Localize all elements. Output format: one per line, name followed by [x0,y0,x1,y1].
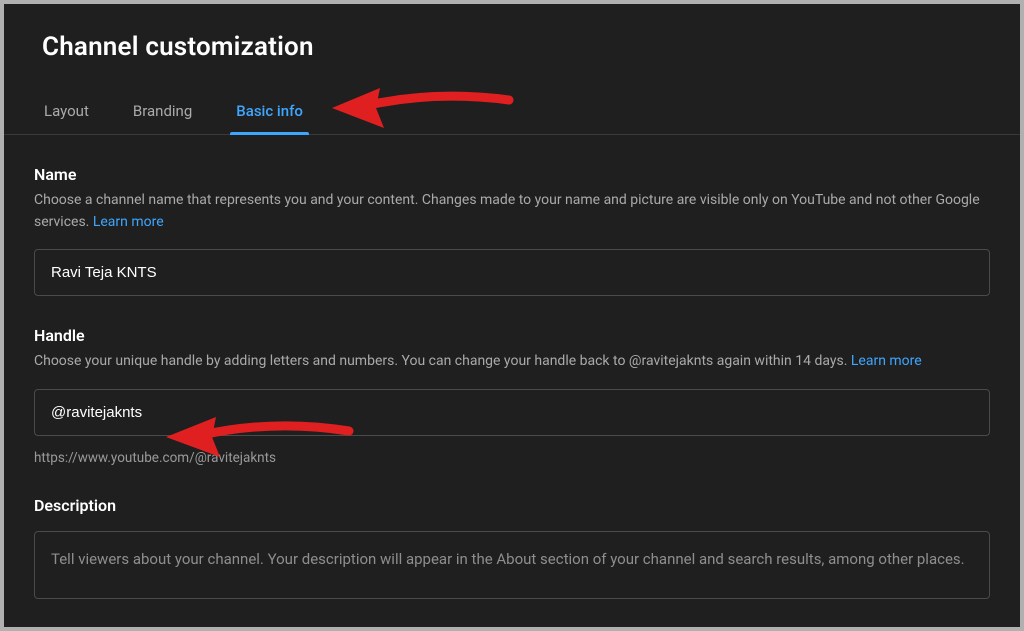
handle-description: Choose your unique handle by adding lett… [34,351,990,373]
tab-branding[interactable]: Branding [131,90,194,134]
channel-customization-window: Channel customization Layout Branding Ba… [4,4,1020,627]
handle-url: https://www.youtube.com/@ravitejaknts [34,450,990,466]
tab-layout[interactable]: Layout [42,90,91,134]
description-section: Description Tell viewers about your chan… [4,496,1020,599]
name-section: Name Choose a channel name that represen… [4,165,1020,296]
handle-section: Handle Choose your unique handle by addi… [4,326,1020,466]
handle-input[interactable] [34,389,990,436]
description-input[interactable]: Tell viewers about your channel. Your de… [34,531,990,599]
name-learn-more-link[interactable]: Learn more [93,214,164,230]
tab-basic-info[interactable]: Basic info [234,90,305,134]
handle-heading: Handle [34,326,990,345]
tabs: Layout Branding Basic info [4,90,1020,135]
channel-name-input[interactable] [34,249,990,296]
handle-desc-text: Choose your unique handle by adding lett… [34,353,851,369]
name-heading: Name [34,165,990,184]
description-heading: Description [34,496,990,515]
handle-learn-more-link[interactable]: Learn more [851,353,922,369]
name-desc-text: Choose a channel name that represents yo… [34,192,980,230]
page-title: Channel customization [4,4,1020,62]
name-description: Choose a channel name that represents yo… [34,190,990,233]
